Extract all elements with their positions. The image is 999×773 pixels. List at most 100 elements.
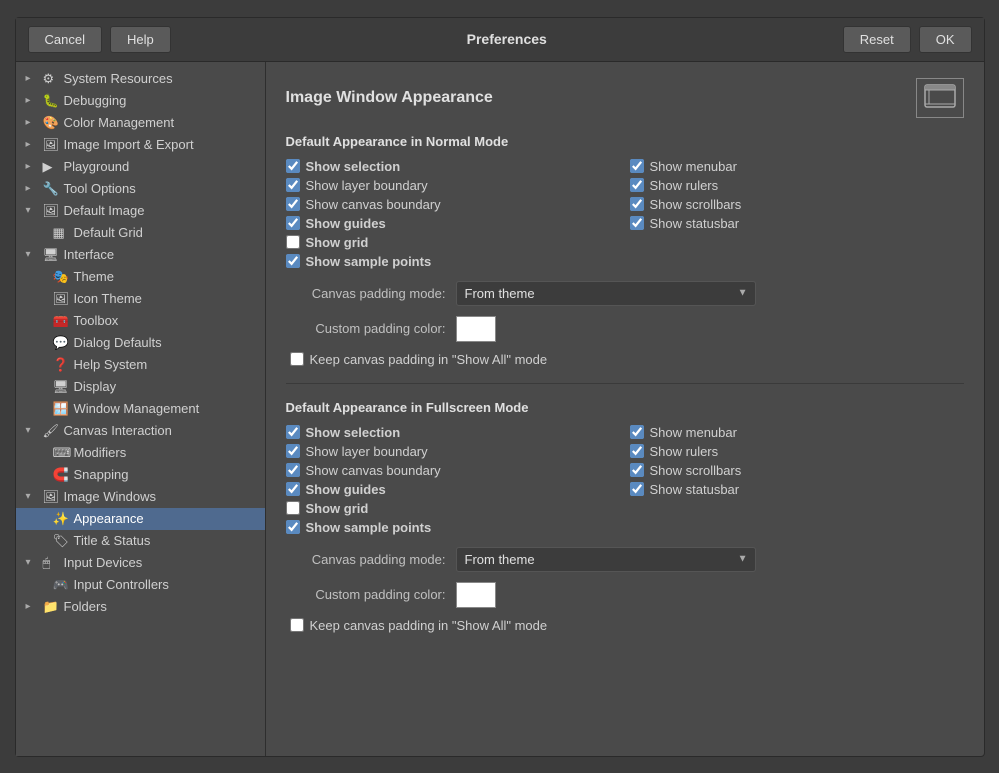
sidebar-item-label-toolbox: Toolbox: [74, 313, 119, 328]
sidebar-item-system-resources[interactable]: ▸⚙System Resources: [16, 68, 265, 90]
sidebar-item-help-system[interactable]: ❓Help System: [16, 354, 265, 376]
checkbox-fs-show-guides[interactable]: [286, 482, 300, 496]
sidebar-item-icon-theme[interactable]: 🖼Icon Theme: [16, 288, 265, 310]
fs-padding-color-swatch[interactable]: [456, 582, 496, 608]
sidebar-item-label-modifiers: Modifiers: [74, 445, 127, 460]
sidebar-item-input-controllers[interactable]: 🎮Input Controllers: [16, 574, 265, 596]
normal-mode-title: Default Appearance in Normal Mode: [286, 134, 964, 149]
check-item-fs-show-selection: Show selection: [286, 425, 620, 440]
checkbox-fs-show-grid[interactable]: [286, 501, 300, 515]
main-content: Image Window Appearance Default Appearan…: [266, 62, 984, 756]
checkbox-fs-show-layer-boundary[interactable]: [286, 444, 300, 458]
check-item-normal-show-menubar: Show menubar: [630, 159, 964, 174]
checkbox-normal-show-grid[interactable]: [286, 235, 300, 249]
checkbox-normal-show-guides[interactable]: [286, 216, 300, 230]
check-item-normal-show-selection: Show selection: [286, 159, 620, 174]
checkbox-normal-show-sample-points[interactable]: [286, 254, 300, 268]
checkbox-normal-show-selection[interactable]: [286, 159, 300, 173]
play-icon: ▶: [43, 159, 59, 175]
sidebar-item-default-grid[interactable]: ▦Default Grid: [16, 222, 265, 244]
checkbox-fs-show-canvas-boundary[interactable]: [286, 463, 300, 477]
check-item-normal-show-rulers: Show rulers: [630, 178, 964, 193]
label-fs-show-sample-points: Show sample points: [306, 520, 432, 535]
normal-padding-color-swatch[interactable]: [456, 316, 496, 342]
help-button[interactable]: Help: [110, 26, 171, 53]
sidebar-item-canvas-interaction[interactable]: ▾🖌Canvas Interaction: [16, 420, 265, 442]
checkbox-normal-show-layer-boundary[interactable]: [286, 178, 300, 192]
interface-icon: 🖥: [43, 247, 59, 263]
checkbox-fs-show-sample-points[interactable]: [286, 520, 300, 534]
sidebar-item-snapping[interactable]: 🧲Snapping: [16, 464, 265, 486]
checkbox-fs-show-rulers[interactable]: [630, 444, 644, 458]
fs-padding-mode-select[interactable]: From themeLight check colorDark check co…: [456, 547, 756, 572]
sidebar-item-debugging[interactable]: ▸🐛Debugging: [16, 90, 265, 112]
sidebar-item-toolbox[interactable]: 🧰Toolbox: [16, 310, 265, 332]
sidebar-item-folders[interactable]: ▸📁Folders: [16, 596, 265, 618]
icon-theme-icon: 🖼: [53, 291, 69, 307]
normal-padding-mode-label: Canvas padding mode:: [286, 286, 446, 301]
dialog-icon: 💬: [53, 335, 69, 351]
label-fs-show-guides: Show guides: [306, 482, 386, 497]
sidebar-item-title-status[interactable]: 🏷Title & Status: [16, 530, 265, 552]
checkbox-normal-show-statusbar[interactable]: [630, 216, 644, 230]
sidebar-item-window-management[interactable]: 🪟Window Management: [16, 398, 265, 420]
checkbox-normal-show-scrollbars[interactable]: [630, 197, 644, 211]
sidebar-item-input-devices[interactable]: ▾🖱Input Devices: [16, 552, 265, 574]
fs-keep-padding-checkbox[interactable]: [290, 618, 304, 632]
expander-debugging: ▸: [26, 95, 38, 106]
normal-padding-mode-row: Canvas padding mode: From themeLight che…: [286, 281, 964, 306]
sidebar-item-display[interactable]: 🖥Display: [16, 376, 265, 398]
fs-padding-color-row: Custom padding color:: [286, 582, 964, 608]
window-icon: 🪟: [53, 401, 69, 417]
expander-color-management: ▸: [26, 117, 38, 128]
sidebar-item-label-debugging: Debugging: [64, 93, 127, 108]
sidebar-item-label-input-controllers: Input Controllers: [74, 577, 169, 592]
label-normal-show-rulers: Show rulers: [650, 178, 719, 193]
image-icon: 🖼: [43, 203, 59, 219]
check-item-fs-show-statusbar: Show statusbar: [630, 482, 964, 497]
preferences-dialog: Cancel Help Preferences Reset OK ▸ ⚙ Syste…: [15, 17, 985, 757]
ok-button[interactable]: OK: [919, 26, 972, 53]
expander-interface: ▾: [26, 249, 38, 260]
sidebar-item-default-image[interactable]: ▾🖼Default Image: [16, 200, 265, 222]
sidebar-item-label-system-resources: System Resources: [64, 71, 173, 86]
sidebar-item-label-folders: Folders: [64, 599, 107, 614]
sidebar-item-label-default-grid: Default Grid: [74, 225, 143, 240]
image-icon: 🖼: [43, 137, 59, 153]
sidebar-item-color-management[interactable]: ▸🎨Color Management: [16, 112, 265, 134]
sidebar-item-modifiers[interactable]: ⌨ Modifiers: [16, 442, 265, 464]
sidebar-item-playground[interactable]: ▸▶Playground: [16, 156, 265, 178]
check-item-fs-show-grid: Show grid: [286, 501, 620, 516]
checkbox-normal-show-canvas-boundary[interactable]: [286, 197, 300, 211]
modifier-icon: ⌨: [53, 445, 69, 461]
checkbox-fs-show-menubar[interactable]: [630, 425, 644, 439]
help-icon: ❓: [53, 357, 69, 373]
sidebar-item-theme[interactable]: 🎭Theme: [16, 266, 265, 288]
expander-folders: ▸: [26, 601, 38, 612]
normal-keep-padding-checkbox[interactable]: [290, 352, 304, 366]
input-icon: 🖱: [43, 555, 59, 571]
sidebar-item-image-import-export[interactable]: ▸🖼Image Import & Export: [16, 134, 265, 156]
checkbox-fs-show-scrollbars[interactable]: [630, 463, 644, 477]
fs-keep-padding-label: Keep canvas padding in "Show All" mode: [310, 618, 548, 633]
checkbox-fs-show-statusbar[interactable]: [630, 482, 644, 496]
checkbox-normal-show-menubar[interactable]: [630, 159, 644, 173]
check-item-normal-show-layer-boundary: Show layer boundary: [286, 178, 620, 193]
fs-padding-mode-wrapper: From themeLight check colorDark check co…: [456, 547, 756, 572]
reset-button[interactable]: Reset: [843, 26, 911, 53]
sidebar-item-interface[interactable]: ▾🖥Interface: [16, 244, 265, 266]
fullscreen-mode-title: Default Appearance in Fullscreen Mode: [286, 400, 964, 415]
checkbox-fs-show-selection[interactable]: [286, 425, 300, 439]
canvas-icon: 🖌: [43, 423, 59, 439]
sidebar-item-dialog-defaults[interactable]: 💬Dialog Defaults: [16, 332, 265, 354]
sidebar-item-tool-options[interactable]: ▸🔧Tool Options: [16, 178, 265, 200]
cancel-button[interactable]: Cancel: [28, 26, 102, 53]
normal-padding-mode-select[interactable]: From themeLight check colorDark check co…: [456, 281, 756, 306]
checkbox-normal-show-rulers[interactable]: [630, 178, 644, 192]
gear-icon: ⚙: [43, 71, 59, 87]
sidebar-item-label-color-management: Color Management: [64, 115, 175, 130]
expander-canvas-interaction: ▾: [26, 425, 38, 436]
dialog-title: Preferences: [179, 31, 835, 47]
sidebar-item-appearance[interactable]: ✨Appearance: [16, 508, 265, 530]
sidebar-item-image-windows[interactable]: ▾🖼Image Windows: [16, 486, 265, 508]
